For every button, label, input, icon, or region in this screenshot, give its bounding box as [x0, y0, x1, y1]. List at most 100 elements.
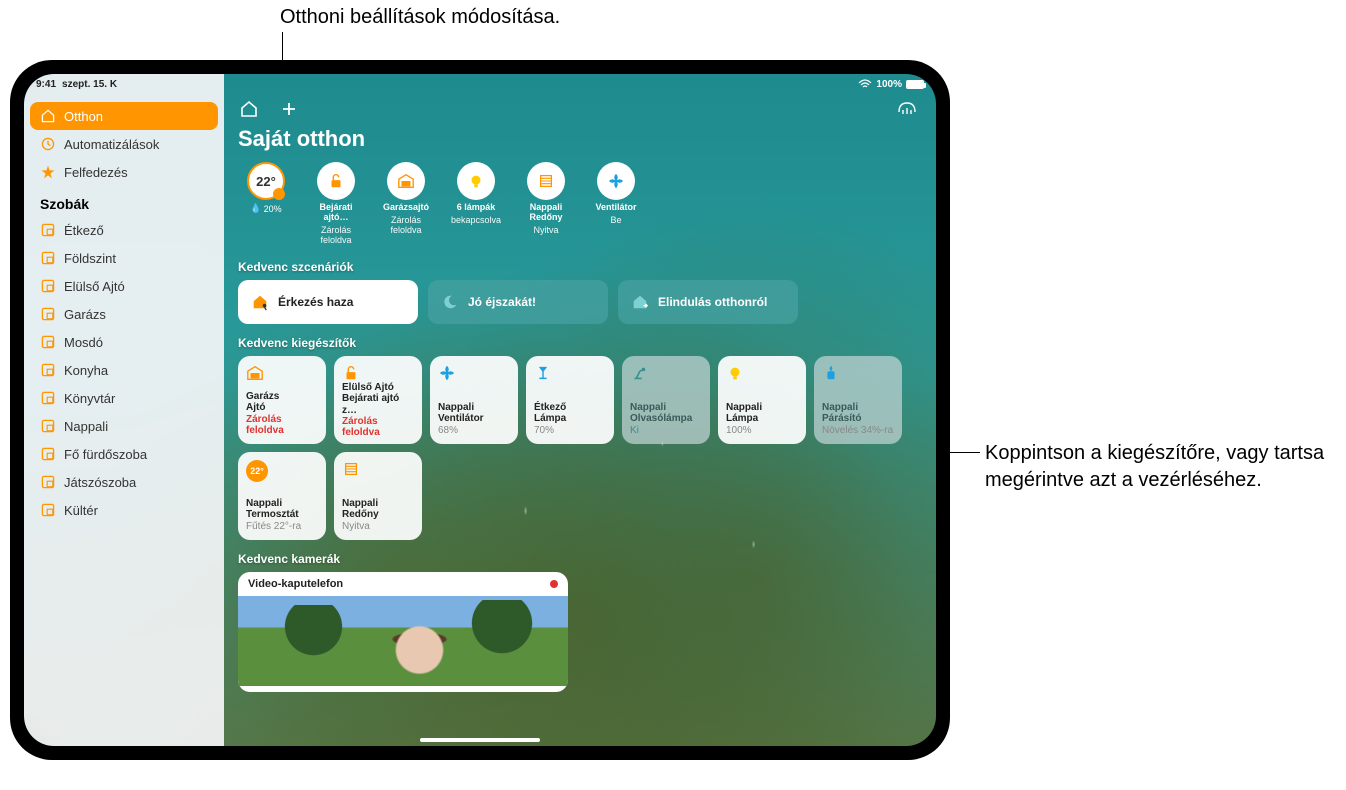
status-date: szept. 15. K [62, 79, 117, 90]
blinds-icon [527, 162, 565, 200]
room-label: Elülső Ajtó [64, 279, 125, 294]
callout-right: Koppintson a kiegészítőre, vagy tartsa m… [985, 440, 1325, 494]
chip-status: Zárolás feloldva [378, 216, 434, 236]
tile-value: Zárolás feloldva [246, 414, 318, 436]
status-time: 9:41 [36, 79, 56, 90]
screen: 9:41 szept. 15. K 100% Otthon Automatizál… [24, 74, 936, 746]
garage-icon [246, 364, 318, 386]
scenes-header: Kedvenc szcenáriók [238, 260, 922, 274]
moon-icon [440, 292, 460, 312]
nav-label: Automatizálások [64, 137, 159, 152]
tile-value: Nyitva [342, 521, 414, 532]
tile-room: Nappali [342, 498, 414, 510]
room-icon [40, 306, 56, 322]
tile-name: Redőny [342, 509, 414, 521]
status-bar: 9:41 szept. 15. K 100% [24, 74, 936, 94]
humidifier-icon [822, 364, 894, 386]
thermostat-icon: 22° [246, 460, 318, 482]
desk-lamp-icon [630, 364, 702, 386]
room-label: Mosdó [64, 335, 103, 350]
status-chip[interactable]: 6 lámpákbekapcsolva [448, 162, 504, 246]
room-konyha[interactable]: Konyha [30, 356, 218, 384]
accessory-tile[interactable]: GarázsAjtóZárolás feloldva [238, 356, 326, 444]
tile-room: Elülső Ajtó [342, 382, 414, 394]
scene-button[interactable]: Elindulás otthonról [618, 280, 798, 324]
tile-room: Nappali [438, 402, 510, 414]
accessory-tile[interactable]: 22°NappaliTermosztátFűtés 22°-ra [238, 452, 326, 540]
home-settings-button[interactable] [238, 98, 260, 120]
tile-name: Olvasólámpa [630, 413, 702, 425]
blinds-icon [342, 460, 414, 482]
garage-icon [387, 162, 425, 200]
accessory-tile[interactable]: ÉtkezőLámpa70% [526, 356, 614, 444]
tile-room: Garázs [246, 391, 318, 403]
tile-name: Ajtó [246, 402, 318, 414]
room-icon [40, 502, 56, 518]
recording-indicator-icon [550, 580, 558, 588]
home-leave-icon [630, 292, 650, 312]
room-nappali[interactable]: Nappali [30, 412, 218, 440]
house-icon [40, 108, 56, 124]
room-mosdó[interactable]: Mosdó [30, 328, 218, 356]
tile-name: Bejárati ajtó z… [342, 393, 414, 416]
chip-status: bekapcsolva [451, 216, 501, 226]
camera-preview [238, 596, 568, 686]
tile-value: 100% [726, 425, 798, 436]
status-chip[interactable]: VentilátorBe [588, 162, 644, 246]
accessory-tile[interactable]: NappaliOlvasólámpaKi [622, 356, 710, 444]
scenes-row: Érkezés haza Jó éjszakát! Elindulás otthon… [238, 280, 922, 324]
camera-title: Video-kaputelefon [248, 578, 343, 590]
sidebar: OtthonAutomatizálásokFelfedezés Szobák É… [24, 74, 224, 746]
room-label: Játszószoba [64, 475, 136, 490]
room-icon [40, 278, 56, 294]
accessory-tile[interactable]: NappaliRedőnyNyitva [334, 452, 422, 540]
accessory-tile[interactable]: Elülső AjtóBejárati ajtó z…Zárolás felol… [334, 356, 422, 444]
home-person-icon [250, 292, 270, 312]
tile-name: Ventilátor [438, 413, 510, 425]
nav-label: Felfedezés [64, 165, 128, 180]
room-icon [40, 250, 56, 266]
scene-button[interactable]: Jó éjszakát! [428, 280, 608, 324]
page-title: Saját otthon [238, 126, 922, 152]
accessory-tile[interactable]: NappaliVentilátor68% [430, 356, 518, 444]
intercom-button[interactable] [896, 98, 918, 118]
room-elülső-ajtó[interactable]: Elülső Ajtó [30, 272, 218, 300]
bulb-icon [457, 162, 495, 200]
room-garázs[interactable]: Garázs [30, 300, 218, 328]
tile-room: Nappali [246, 498, 318, 510]
status-chip[interactable]: Bejárati ajtó…Zárolás feloldva [308, 162, 364, 246]
room-icon [40, 222, 56, 238]
climate-chip[interactable]: 22° 💧20% [238, 162, 294, 214]
wifi-icon [858, 79, 872, 89]
status-chip[interactable]: Garázsajtó Zárolás feloldva [378, 162, 434, 246]
home-indicator[interactable] [420, 738, 540, 742]
fan-icon [438, 364, 510, 386]
status-chip[interactable]: Nappali RedőnyNyitva [518, 162, 574, 246]
room-label: Étkező [64, 223, 104, 238]
sidebar-nav-felfedezés[interactable]: Felfedezés [30, 158, 218, 186]
sidebar-nav-otthon[interactable]: Otthon [30, 102, 218, 130]
chip-title: Garázsajtó [383, 203, 429, 213]
room-label: Kültér [64, 503, 98, 518]
chip-title: Ventilátor [595, 203, 636, 213]
tile-room: Nappali [726, 402, 798, 414]
scene-button[interactable]: Érkezés haza [238, 280, 418, 324]
status-row: 22° 💧20% Bejárati ajtó…Zárolás feloldvaG… [238, 162, 922, 246]
room-fő-fürdőszoba[interactable]: Fő fürdőszoba [30, 440, 218, 468]
scene-label: Jó éjszakát! [468, 295, 536, 309]
room-kültér[interactable]: Kültér [30, 496, 218, 524]
add-button[interactable] [278, 98, 300, 120]
room-icon [40, 446, 56, 462]
room-földszint[interactable]: Földszint [30, 244, 218, 272]
accessory-tile[interactable]: NappaliLámpa100% [718, 356, 806, 444]
room-játszószoba[interactable]: Játszószoba [30, 468, 218, 496]
scene-label: Elindulás otthonról [658, 295, 767, 309]
tile-value: Növelés 34%-ra [822, 425, 894, 436]
accessory-tile[interactable]: NappaliPárásítóNövelés 34%-ra [814, 356, 902, 444]
room-étkező[interactable]: Étkező [30, 216, 218, 244]
sidebar-nav-automatizálások[interactable]: Automatizálások [30, 130, 218, 158]
room-könyvtár[interactable]: Könyvtár [30, 384, 218, 412]
room-label: Garázs [64, 307, 106, 322]
chip-title: Bejárati ajtó… [308, 203, 364, 223]
camera-tile[interactable]: Video-kaputelefon [238, 572, 568, 692]
